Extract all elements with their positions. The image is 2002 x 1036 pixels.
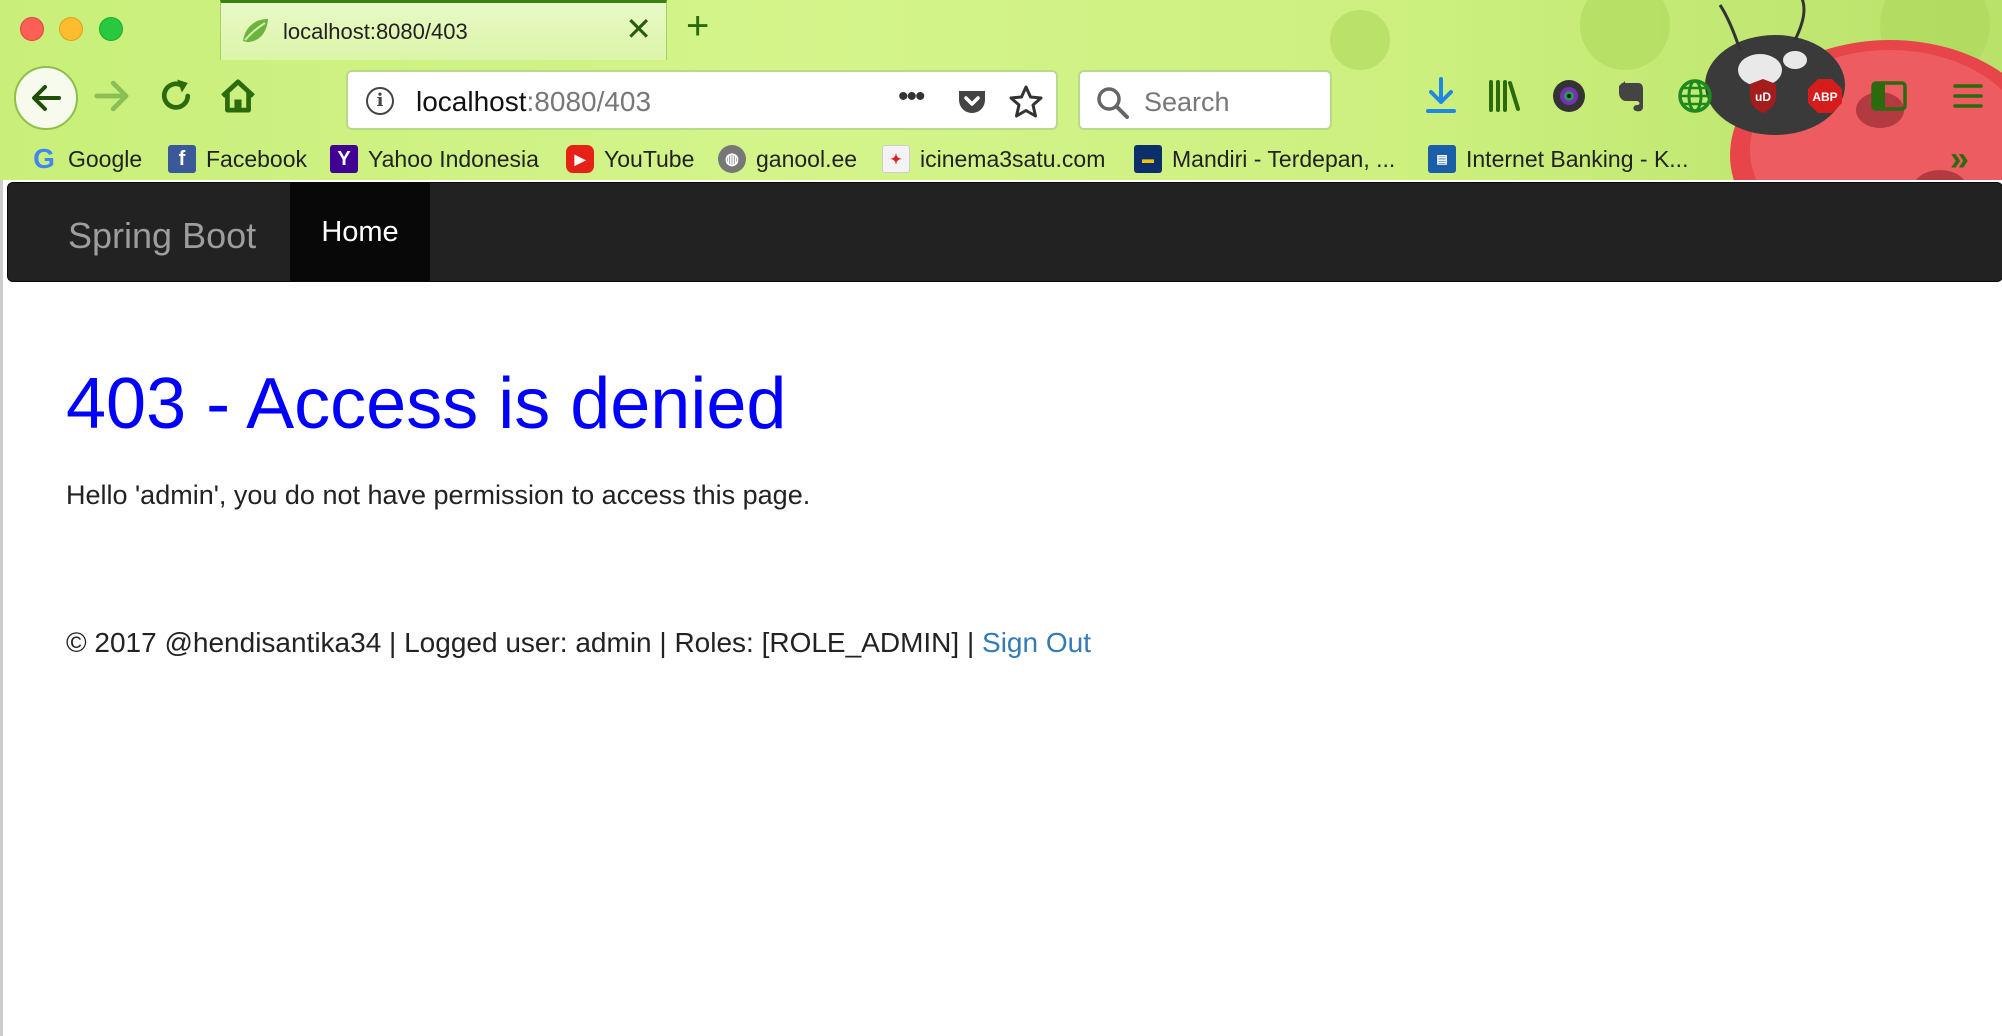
sign-out-link[interactable]: Sign Out [982,627,1091,658]
footer-text: © 2017 @hendisantika34 | Logged user: ad… [66,627,983,658]
site-navbar: Spring Boot Home [7,182,2002,282]
globe-icon: ◍ [718,145,746,173]
bookmark-star-icon[interactable] [1008,84,1044,120]
bookmark-label: YouTube [604,145,695,172]
forward-arrow-icon[interactable] [92,76,132,116]
address-bar[interactable]: i localhost:8080/403 ••• [346,70,1058,130]
bookmark-icinema[interactable]: ✦ icinema3satu.com [882,142,1105,176]
camera-icon[interactable] [1550,76,1588,116]
web-page: Spring Boot Home 403 - Access is denied … [0,180,2002,1036]
bookmark-youtube[interactable]: ▶ YouTube [566,142,694,176]
mandiri-icon: ▬ [1134,145,1162,173]
bookmark-ganool[interactable]: ◍ ganool.ee [718,142,857,176]
sidebar-icon[interactable] [1870,76,1908,116]
library-icon[interactable] [1486,76,1522,116]
bookmark-internet-banking[interactable]: ▤ Internet Banking - K... [1428,142,1688,176]
navbar-brand[interactable]: Spring Boot [68,215,256,257]
more-bookmarks-icon[interactable]: » [1950,142,1969,176]
bookmark-label: Google [68,145,143,172]
icinema-icon: ✦ [882,145,910,173]
nav-home-link[interactable]: Home [290,183,430,281]
bookmark-label: ganool.ee [756,145,858,172]
bookmark-mandiri[interactable]: ▬ Mandiri - Terdepan, ... [1134,142,1395,176]
close-window-button[interactable] [20,17,44,41]
tab-bar: localhost:8080/403 ✕ + [0,0,2002,60]
bookmark-label: Yahoo Indonesia [368,145,539,172]
bookmark-label: Facebook [206,145,308,172]
url-text[interactable]: localhost:8080/403 [416,86,651,118]
tab-title: localhost:8080/403 [283,19,468,44]
facebook-icon: f [168,145,196,173]
menu-icon[interactable] [1952,76,1984,116]
spring-leaf-icon [243,19,268,42]
bookmark-label: Internet Banking - K... [1466,145,1689,172]
url-path: :8080/403 [526,86,652,117]
error-message: Hello 'admin', you do not have permissio… [66,480,811,510]
globe-icon[interactable] [1676,76,1714,116]
browser-chrome: localhost:8080/403 ✕ + i localhost:8080/… [0,0,2002,180]
search-placeholder: Search [1144,87,1230,117]
zoom-window-button[interactable] [99,17,123,41]
bookmark-facebook[interactable]: f Facebook [168,142,307,176]
bookmarks-toolbar: G Google f Facebook Y Yahoo Indonesia ▶ … [0,138,2002,180]
home-icon[interactable] [218,76,258,116]
pocket-icon[interactable] [956,86,988,118]
reload-icon[interactable] [156,76,196,116]
bookmark-label: icinema3satu.com [920,145,1106,172]
bookmark-label: Mandiri - Terdepan, ... [1172,145,1396,172]
adblock-plus-icon[interactable]: ABP [1806,76,1844,116]
navigation-toolbar: i localhost:8080/403 ••• Search uD ABP [0,62,2002,138]
ublock-label: uD [1755,90,1771,104]
bookmark-yahoo-indonesia[interactable]: Y Yahoo Indonesia [330,142,539,176]
minimize-window-button[interactable] [59,17,83,41]
page-title: 403 - Access is denied [66,364,787,444]
close-tab-icon[interactable]: ✕ [625,13,652,45]
search-bar[interactable]: Search [1078,70,1332,130]
yahoo-icon: Y [330,145,358,173]
search-icon [1097,87,1129,119]
bank-icon: ▤ [1428,145,1456,173]
page-footer: © 2017 @hendisantika34 | Logged user: ad… [66,627,1091,659]
page-actions-icon[interactable]: ••• [898,80,925,114]
back-button[interactable] [14,66,78,130]
youtube-icon: ▶ [566,145,594,173]
tab-active[interactable]: localhost:8080/403 ✕ [220,0,667,60]
url-host: localhost [416,86,527,117]
evernote-icon[interactable] [1614,76,1648,116]
info-icon[interactable]: i [366,87,394,115]
new-tab-icon[interactable]: + [686,6,709,46]
ublock-icon[interactable]: uD [1746,76,1780,116]
main-content: 403 - Access is denied Hello 'admin', yo… [66,368,1866,511]
back-arrow-icon [32,85,61,111]
adblock-plus-label: ABP [1812,90,1837,104]
bookmark-google[interactable]: G Google [30,142,142,176]
download-icon[interactable] [1424,76,1458,116]
google-icon: G [33,143,55,174]
